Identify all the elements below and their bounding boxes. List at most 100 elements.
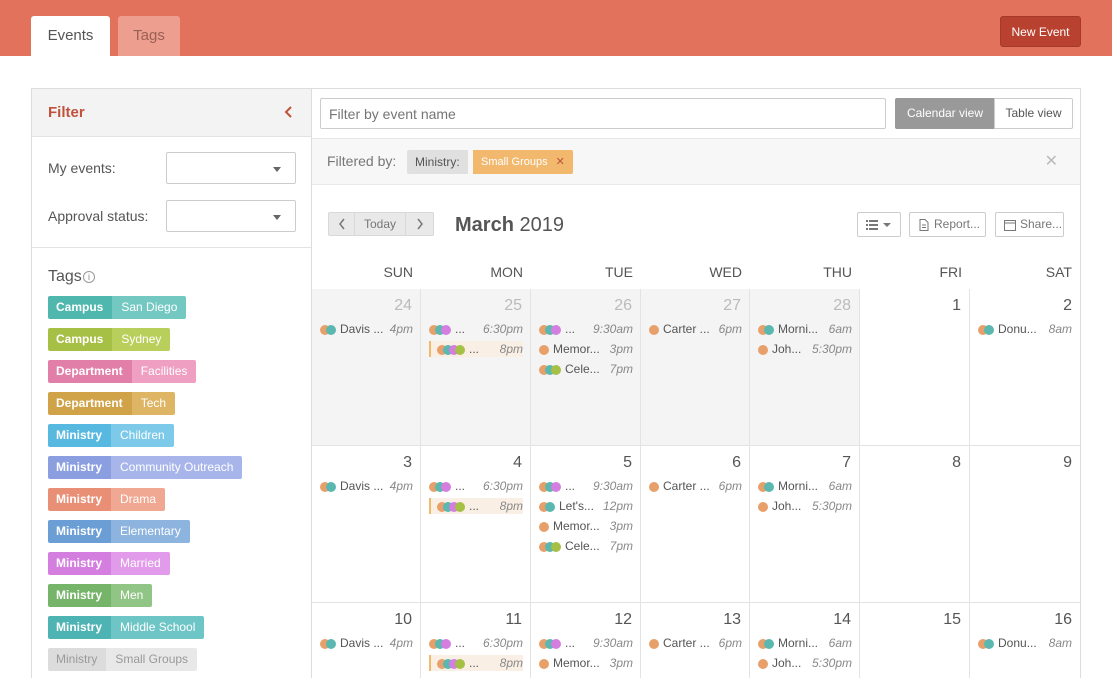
top-bar: Events Tags New Event	[0, 0, 1112, 56]
tag-chip[interactable]: Ministry Community Outreach	[48, 456, 243, 479]
tag-chip[interactable]: Department Tech	[48, 392, 176, 415]
day-number: 5	[623, 454, 632, 471]
event-tag-dots	[539, 541, 561, 552]
calendar-event[interactable]: Davis ... 4pm	[320, 478, 413, 494]
event-search-input[interactable]	[320, 98, 886, 129]
day-cell[interactable]: 9	[970, 446, 1080, 603]
tag-chip[interactable]: Ministry Elementary	[48, 520, 190, 543]
approval-status-select[interactable]	[166, 200, 296, 232]
day-cell[interactable]: 12... 9:30am Memor... 3pm	[531, 603, 641, 678]
day-cell[interactable]: 14 Morni... 6am Joh... 5:30pm	[750, 603, 860, 678]
calendar-event[interactable]: Carter ... 6pm	[649, 478, 742, 494]
day-cell[interactable]: 5 ... 9:30am Let's... 12pm Memor... 3pm Cele...…	[531, 446, 641, 603]
day-cell[interactable]: 8	[860, 446, 970, 603]
next-month-button[interactable]	[405, 212, 434, 236]
tag-chip[interactable]: Campus Sydney	[48, 328, 171, 351]
share-button[interactable]: Share...	[995, 212, 1064, 237]
calendar-event[interactable]: Memor... 3pm	[539, 655, 633, 671]
day-cell[interactable]: 6 Carter ... 6pm	[641, 446, 750, 603]
day-cell[interactable]: 24 Davis ... 4pm	[312, 289, 421, 446]
event-tag-dots	[758, 481, 774, 492]
calendar-event[interactable]: ... 6:30pm	[429, 321, 523, 337]
tag-dot-icon	[539, 521, 549, 532]
day-cell[interactable]: 26... 9:30am Memor... 3pm Cele... 7pm	[531, 289, 641, 446]
calendar-event[interactable]: ... 6:30pm	[429, 478, 523, 494]
calendar-event[interactable]: Cele... 7pm	[539, 361, 633, 377]
event-name: ...	[469, 342, 480, 356]
list-options-button[interactable]	[857, 212, 901, 237]
day-cell[interactable]: 16 Donu... 8am	[970, 603, 1080, 678]
new-event-button[interactable]: New Event	[1000, 16, 1081, 47]
remove-filter-icon[interactable]: ✕	[556, 156, 565, 168]
year: 2019	[519, 214, 564, 236]
report-label: Report...	[934, 217, 981, 231]
calendar-event[interactable]: Morni... 6am	[758, 635, 852, 651]
day-cell[interactable]: 25... 6:30pm... 8pm	[421, 289, 531, 446]
chevron-left-icon[interactable]	[283, 105, 293, 119]
day-cell[interactable]: 15	[860, 603, 970, 678]
tag-chip[interactable]: Ministry Men	[48, 584, 153, 607]
tag-chip[interactable]: Department Facilities	[48, 360, 197, 383]
event-name: ...	[455, 636, 466, 650]
tag-chip[interactable]: Ministry Small Groups	[48, 648, 198, 671]
event-tag-dots	[437, 501, 465, 512]
tag-chip[interactable]: Ministry Middle School	[48, 616, 205, 639]
prev-month-button[interactable]	[328, 212, 355, 236]
event-time: 6pm	[718, 322, 742, 336]
weekday-tue: TUE	[605, 264, 633, 280]
tag-chip[interactable]: Campus San Diego	[48, 296, 187, 319]
calendar-event[interactable]: ... 9:30am	[539, 635, 633, 651]
day-cell[interactable]: 13 Carter ... 6pm	[641, 603, 750, 678]
list-icon	[866, 220, 891, 230]
calendar-event[interactable]: Donu... 8am	[978, 635, 1072, 651]
table-view-button[interactable]: Table view	[994, 98, 1073, 129]
calendar-event[interactable]: Let's... 12pm	[539, 498, 633, 514]
calendar-event[interactable]: Joh... 5:30pm	[758, 655, 852, 671]
calendar-event[interactable]: Donu... 8am	[978, 321, 1072, 337]
calendar-event[interactable]: Joh... 5:30pm	[758, 498, 852, 514]
event-name: Davis ...	[340, 479, 384, 493]
day-cell[interactable]: 27 Carter ... 6pm	[641, 289, 750, 446]
tag-chip[interactable]: Ministry Children	[48, 424, 174, 447]
day-cell[interactable]: 3 Davis ... 4pm	[312, 446, 421, 603]
tag-chip[interactable]: Ministry Married	[48, 552, 170, 575]
event-name: Morni...	[778, 636, 819, 650]
tag-value: Elementary	[111, 520, 190, 543]
day-cell[interactable]: 11... 6:30pm... 8pm	[421, 603, 531, 678]
calendar-event[interactable]: Carter ... 6pm	[649, 321, 742, 337]
day-cell[interactable]: 1	[860, 289, 970, 446]
calendar-event[interactable]: Morni... 6am	[758, 321, 852, 337]
calendar-event[interactable]: ... 8pm	[429, 655, 523, 671]
today-button[interactable]: Today	[354, 212, 406, 236]
day-cell[interactable]: 4... 6:30pm... 8pm	[421, 446, 531, 603]
tab-events[interactable]: Events	[31, 16, 110, 56]
calendar-event[interactable]: ... 8pm	[429, 341, 523, 357]
report-button[interactable]: Report...	[909, 212, 986, 237]
calendar-event[interactable]: Carter ... 6pm	[649, 635, 742, 651]
calendar-event[interactable]: Cele... 7pm	[539, 538, 633, 554]
my-events-select[interactable]	[166, 152, 296, 184]
calendar-view-button[interactable]: Calendar view	[895, 98, 995, 129]
day-cell[interactable]: 10 Davis ... 4pm	[312, 603, 421, 678]
calendar-event[interactable]: Memor... 3pm	[539, 341, 633, 357]
calendar-event[interactable]: Memor... 3pm	[539, 518, 633, 534]
event-tag-dots	[758, 344, 768, 355]
day-cell[interactable]: 7 Morni... 6am Joh... 5:30pm	[750, 446, 860, 603]
calendar-event[interactable]: ... 6:30pm	[429, 635, 523, 651]
calendar-icon	[1004, 220, 1016, 231]
calendar-event[interactable]: Davis ... 4pm	[320, 321, 413, 337]
event-name: Memor...	[553, 656, 600, 670]
event-time: 7pm	[609, 539, 633, 553]
day-cell[interactable]: 28 Morni... 6am Joh... 5:30pm	[750, 289, 860, 446]
day-cell[interactable]: 2 Donu... 8am	[970, 289, 1080, 446]
tab-tags[interactable]: Tags	[118, 16, 180, 56]
calendar-event[interactable]: Morni... 6am	[758, 478, 852, 494]
calendar-event[interactable]: Joh... 5:30pm	[758, 341, 852, 357]
info-icon[interactable]: i	[83, 271, 95, 283]
calendar-event[interactable]: ... 8pm	[429, 498, 523, 514]
calendar-event[interactable]: Davis ... 4pm	[320, 635, 413, 651]
tag-chip[interactable]: Ministry Drama	[48, 488, 166, 511]
calendar-event[interactable]: ... 9:30am	[539, 321, 633, 337]
clear-filters-icon[interactable]: ✕	[1045, 151, 1058, 171]
calendar-event[interactable]: ... 9:30am	[539, 478, 633, 494]
